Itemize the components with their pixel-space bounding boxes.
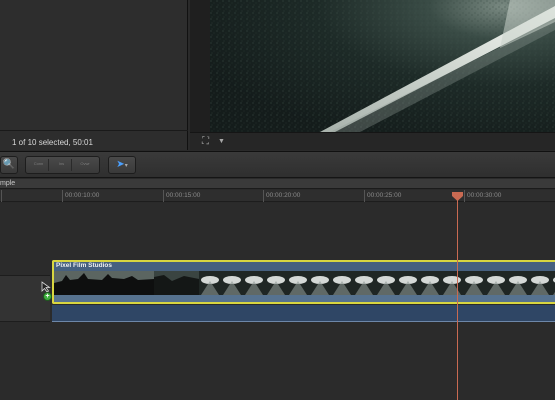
filmstrip-frame bbox=[551, 271, 555, 295]
dropdown-arrow-icon[interactable]: ▼ bbox=[218, 138, 225, 145]
project-name: mple bbox=[0, 180, 16, 187]
key-button[interactable]: 🔍 bbox=[0, 156, 18, 174]
ruler-tick bbox=[1, 190, 2, 202]
ruler-label: 00:00:25:00 bbox=[367, 192, 402, 199]
ruler-tick bbox=[263, 190, 264, 202]
connect-add-icon: + bbox=[43, 292, 52, 301]
ruler-tick bbox=[364, 190, 365, 202]
viewer-video-frame bbox=[210, 0, 555, 132]
video-frame-image bbox=[210, 0, 555, 132]
filmstrip-frame bbox=[243, 271, 265, 295]
overwrite-edit-button[interactable]: Ovwr bbox=[75, 159, 95, 171]
timeline-toolbar: 🔍 Conn Ins Ovwr ➤▾ bbox=[0, 151, 555, 178]
playhead-line[interactable] bbox=[457, 200, 458, 400]
audio-lane bbox=[52, 305, 555, 322]
app-window: 1 of 10 selected, 50:01 ⛶ ▼ 🔍 Conn Ins O… bbox=[0, 0, 555, 400]
filmstrip-frame bbox=[529, 271, 551, 295]
filmstrip-frame bbox=[485, 271, 507, 295]
clip-title: Pixel Film Studios bbox=[56, 262, 112, 269]
select-tool-arrow-icon: ➤ bbox=[116, 159, 125, 170]
filmstrip-frame bbox=[419, 271, 441, 295]
filmstrip-frame bbox=[375, 271, 397, 295]
crop-icon[interactable]: ⛶ bbox=[202, 136, 209, 147]
key-icon: 🔍 bbox=[2, 159, 16, 170]
viewer: ⛶ ▼ bbox=[190, 0, 555, 150]
filmstrip-frame bbox=[199, 271, 221, 295]
video-clip[interactable]: Pixel Film Studios bbox=[52, 260, 555, 304]
overwrite-label: Ovwr bbox=[80, 161, 90, 166]
clip-filmstrip bbox=[54, 271, 555, 295]
filmstrip-frame bbox=[221, 271, 243, 295]
ruler-tick bbox=[464, 190, 465, 202]
ruler-tick bbox=[62, 190, 63, 202]
browser-divider bbox=[0, 130, 188, 131]
select-tool-button[interactable]: ➤▾ bbox=[108, 156, 136, 174]
connect-edit-button[interactable]: Conn bbox=[29, 159, 49, 171]
event-browser: 1 of 10 selected, 50:01 bbox=[0, 0, 188, 150]
filmstrip-frame bbox=[265, 271, 287, 295]
ruler-label: 00:00:15:00 bbox=[166, 192, 201, 199]
clip-audio-waveform bbox=[54, 295, 555, 302]
filmstrip-frame bbox=[331, 271, 353, 295]
tool-dropdown-icon: ▾ bbox=[124, 163, 128, 169]
browser-selection-status: 1 of 10 selected, 50:01 bbox=[12, 138, 93, 147]
filmstrip-frame bbox=[397, 271, 419, 295]
filmstrip-frame bbox=[309, 271, 331, 295]
viewer-bottom-bar: ⛶ ▼ bbox=[190, 132, 555, 150]
ruler-tick bbox=[163, 190, 164, 202]
ruler-label: 00:00:10:00 bbox=[65, 192, 100, 199]
edit-mode-buttons: Conn Ins Ovwr bbox=[25, 156, 100, 174]
filmstrip-frame bbox=[287, 271, 309, 295]
connect-label: Conn bbox=[33, 161, 44, 166]
ruler-label: 00:00:20:00 bbox=[266, 192, 301, 199]
filmstrip-thumbnails bbox=[54, 271, 555, 295]
filmstrip-frame bbox=[507, 271, 529, 295]
filmstrip-frame bbox=[353, 271, 375, 295]
timeline-area[interactable]: Pixel Film Studios + bbox=[0, 203, 555, 400]
timeline-ruler[interactable]: 00:00:10:00 00:00:15:00 00:00:20:00 00:0… bbox=[0, 190, 555, 202]
insert-edit-button[interactable]: Ins bbox=[52, 159, 72, 171]
project-name-bar: mple bbox=[0, 179, 555, 189]
insert-label: Ins bbox=[58, 161, 65, 166]
ruler-label: 00:00:30:00 bbox=[467, 192, 502, 199]
filmstrip-frame bbox=[441, 271, 463, 295]
filmstrip-frame bbox=[463, 271, 485, 295]
